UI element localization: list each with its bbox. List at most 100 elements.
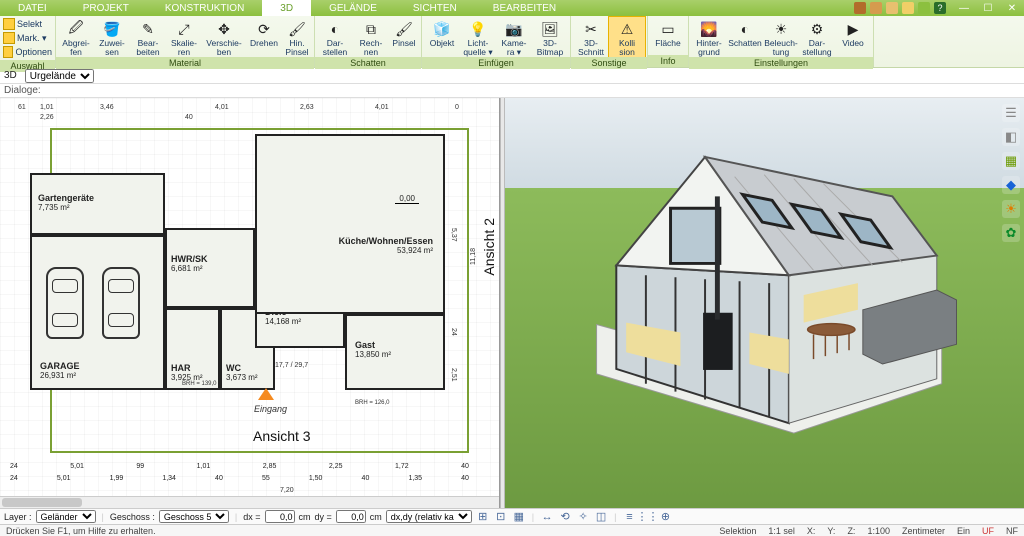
tool-icon-b[interactable]: ⊡ (494, 510, 508, 524)
dialoge-bar: Dialoge: (0, 84, 1024, 98)
bitmap3d-button[interactable]: 🖼3D- Bitmap (532, 17, 568, 57)
entrance-marker (258, 388, 274, 400)
close-button[interactable]: ✕ (1000, 0, 1024, 16)
plan-view[interactable]: 61 1,01 3,46 4,01 2,63 4,01 0 2,26 40 Ga… (0, 98, 500, 508)
grid-icon[interactable]: ▦ (1002, 152, 1020, 170)
tool-icon-g[interactable]: ◫ (594, 510, 608, 524)
objekt-button[interactable]: 🧊Objekt (424, 17, 460, 48)
tool-icon-i[interactable]: ⋮⋮ (640, 510, 654, 524)
ribbon: Selekt Mark. ▾ Optionen Auswahl 🖉Abgrei-… (0, 16, 1024, 68)
helper-icon-3[interactable] (886, 2, 898, 14)
bottom-toolbar: Layer : Geländer | Geschoss : Geschoss 5… (0, 508, 1024, 524)
tab-bearbeiten[interactable]: BEARBEITEN (475, 0, 574, 16)
diamond-icon[interactable]: ◆ (1002, 176, 1020, 194)
rechnen-button[interactable]: ⧉Rech- nen (353, 17, 389, 57)
workspace: 61 1,01 3,46 4,01 2,63 4,01 0 2,26 40 Ga… (0, 98, 1024, 508)
ribbon-group-sonstige: ✂3D- Schnitt ⚠Kolli sion Sonstige (571, 16, 648, 67)
view-tool-strip: ☰ ◧ ▦ ◆ ☀ ✿ (1002, 104, 1020, 242)
group-label-einstellungen: Einstellungen (689, 57, 873, 69)
tool-icon-f[interactable]: ✧ (576, 510, 590, 524)
kamera-button[interactable]: 📷Kame- ra ▾ (496, 17, 532, 57)
terrain-select[interactable]: Urgelände (25, 69, 94, 83)
hin-pinsel-button[interactable]: 🖌Hin. Pinsel (282, 17, 312, 57)
room-gast[interactable]: Gast13,850 m² (345, 314, 445, 390)
tool-icon-c[interactable]: ▦ (512, 510, 526, 524)
flaeche-button[interactable]: ▭Fläche (650, 17, 686, 48)
ribbon-group-einstellungen: 🌄Hinter- grund ◐Schatten ☀Beleuch- tung … (689, 16, 874, 67)
menu-bar: DATEI PROJEKT KONSTRUKTION 3D GELÄNDE SI… (0, 0, 1024, 16)
ribbon-group-einfuegen: 🧊Objekt 💡Licht- quelle ▾ 📷Kame- ra ▾ 🖼3D… (422, 16, 571, 67)
tool-icon-j[interactable]: ⊕ (658, 510, 672, 524)
coord-mode-select[interactable]: dx,dy (relativ ka (386, 510, 472, 523)
helper-icon-4[interactable] (902, 2, 914, 14)
layer-select[interactable]: Geländer (36, 510, 96, 523)
tree-icon[interactable]: ✿ (1002, 224, 1020, 242)
window-helper-icons: ? (854, 0, 952, 16)
tab-konstruktion[interactable]: KONSTRUKTION (147, 0, 262, 16)
verschieben-button[interactable]: ✥Verschie- ben (202, 17, 246, 57)
tool-icon-h[interactable]: ≡ (622, 510, 636, 524)
help-icon[interactable]: ? (934, 2, 946, 14)
mark-dropdown[interactable]: Mark. ▾ (3, 32, 52, 44)
drehen-button[interactable]: ⟳Drehen (246, 17, 282, 48)
tab-datei[interactable]: DATEI (0, 0, 65, 16)
sun-icon[interactable]: ☀ (1002, 200, 1020, 218)
tool-icon-d[interactable]: ↔ (540, 510, 554, 524)
lichtquelle-button[interactable]: 💡Licht- quelle ▾ (460, 17, 496, 57)
maximize-button[interactable]: ☐ (976, 0, 1000, 16)
ribbon-group-material: 🖉Abgrei- fen 🪣Zuwei- sen ✎Bear- beiten ⤢… (56, 16, 315, 67)
status-hint: Drücken Sie F1, um Hilfe zu erhalten. (6, 526, 156, 536)
group-label-info: Info (648, 55, 688, 67)
tool-icon-e[interactable]: ⟲ (558, 510, 572, 524)
video-button[interactable]: ▶Video (835, 17, 871, 48)
room-garage[interactable]: GARAGE26,931 m² (30, 235, 165, 390)
tab-projekt[interactable]: PROJEKT (65, 0, 147, 16)
house-model[interactable] (567, 131, 961, 459)
schnitt3d-button[interactable]: ✂3D- Schnitt (573, 17, 609, 57)
view-sub-bar: 3D Urgelände (0, 68, 1024, 84)
room-gartengeraete[interactable]: Gartengeräte7,735 m² (30, 173, 165, 235)
ansicht-2-label: Ansicht 2 (481, 218, 497, 276)
helper-icon-2[interactable] (870, 2, 882, 14)
skalieren-button[interactable]: ⤢Skalie- ren (166, 17, 202, 57)
ribbon-group-schatten: ◐Dar- stellen ⧉Rech- nen 🖌Pinsel Schatte… (315, 16, 422, 67)
ribbon-group-auswahl: Selekt Mark. ▾ Optionen Auswahl (0, 16, 56, 67)
schatten-settings-button[interactable]: ◐Schatten (727, 17, 763, 48)
abgreifen-button[interactable]: 🖉Abgrei- fen (58, 17, 94, 57)
kollision-button[interactable]: ⚠Kolli sion (609, 17, 645, 57)
optionen-button[interactable]: Optionen (3, 46, 52, 58)
status-bar: Drücken Sie F1, um Hilfe zu erhalten. Se… (0, 524, 1024, 536)
furniture-icon[interactable]: ◧ (1002, 128, 1020, 146)
beleuchtung-button[interactable]: ☀Beleuch- tung (763, 17, 799, 57)
minimize-button[interactable]: — (952, 0, 976, 16)
bearbeiten-button[interactable]: ✎Bear- beiten (130, 17, 166, 57)
tab-3d[interactable]: 3D (262, 0, 311, 16)
zuweisen-button[interactable]: 🪣Zuwei- sen (94, 17, 130, 57)
dx-input[interactable] (265, 510, 295, 523)
group-label-sonstige: Sonstige (571, 57, 647, 69)
group-label-einfuegen: Einfügen (422, 57, 570, 69)
geschoss-select[interactable]: Geschoss 5 (159, 510, 229, 523)
layers-icon[interactable]: ☰ (1002, 104, 1020, 122)
tool-icon-a[interactable]: ⊞ (476, 510, 490, 524)
hintergrund-button[interactable]: 🌄Hinter- grund (691, 17, 727, 57)
mode-label: 3D (4, 70, 17, 81)
tab-sichten[interactable]: SICHTEN (395, 0, 475, 16)
room-kueche-wohnen[interactable]: Küche/Wohnen/Essen53,924 m² 0,00 (255, 134, 445, 314)
3d-view[interactable]: ☰ ◧ ▦ ◆ ☀ ✿ (505, 98, 1024, 508)
darstellen-button[interactable]: ◐Dar- stellen (317, 17, 353, 57)
select-button[interactable]: Selekt (3, 18, 52, 30)
plan-hscroll[interactable] (0, 496, 499, 508)
helper-icon-5[interactable] (918, 2, 930, 14)
helper-icon-1[interactable] (854, 2, 866, 14)
ansicht-3-label: Ansicht 3 (253, 428, 311, 444)
dy-input[interactable] (336, 510, 366, 523)
pinsel-button[interactable]: 🖌Pinsel (389, 17, 419, 48)
group-label-schatten: Schatten (315, 57, 421, 69)
tab-gelaende[interactable]: GELÄNDE (311, 0, 395, 16)
darstellung-button[interactable]: ⚙Dar- stellung (799, 17, 835, 57)
room-hwr[interactable]: HWR/SK6,681 m² (165, 228, 255, 308)
room-har[interactable]: HAR3,925 m² (165, 308, 220, 390)
ribbon-group-info: ▭Fläche Info (648, 16, 689, 67)
group-label-material: Material (56, 57, 314, 69)
